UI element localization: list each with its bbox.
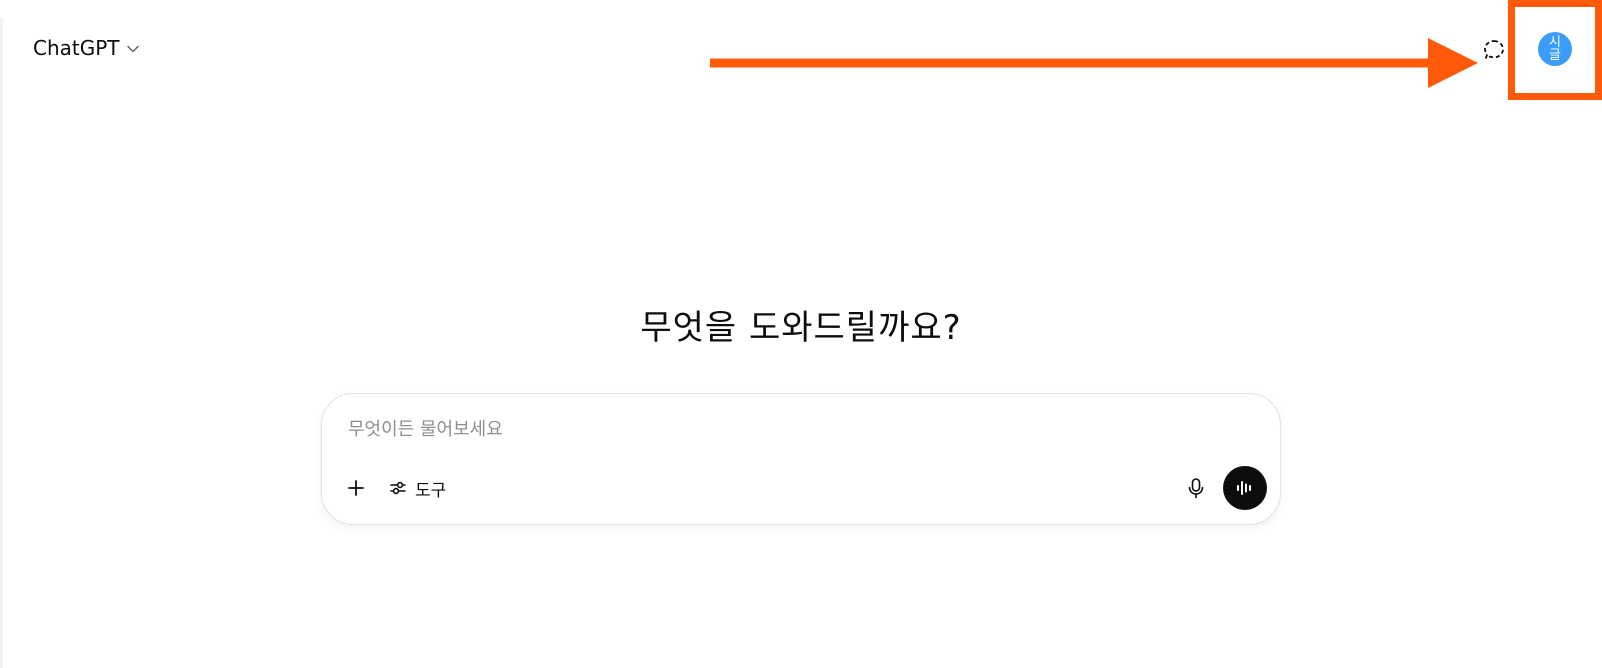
microphone-icon [1188, 478, 1204, 499]
model-switcher-button[interactable]: ChatGPT [33, 36, 140, 60]
message-composer: 도구 [321, 393, 1281, 525]
prompt-input[interactable] [348, 414, 1228, 444]
chatgpt-page: ChatGPT 시글 무엇을 도와드릴까요? 무엇이든 물어보세요 도구 [0, 0, 1602, 668]
plus-icon [348, 480, 364, 496]
avatar-initials: 시글 [1549, 35, 1561, 63]
add-attachment-button[interactable] [342, 474, 370, 502]
model-name-label: ChatGPT [33, 36, 120, 60]
temporary-chat-button[interactable] [1480, 36, 1508, 64]
chevron-down-icon [126, 45, 139, 53]
profile-avatar-button[interactable]: 시글 [1538, 32, 1572, 66]
page-title: 무엇을 도와드릴까요? [640, 308, 962, 348]
voice-mode-button[interactable] [1223, 466, 1267, 510]
dashed-chat-bubble-icon [1484, 40, 1504, 59]
sliders-icon [390, 481, 406, 495]
dictate-button[interactable] [1182, 474, 1210, 502]
tools-label: 도구 [415, 480, 447, 501]
tools-button[interactable]: 도구 [388, 474, 446, 502]
voice-waveform-icon [1237, 481, 1251, 495]
